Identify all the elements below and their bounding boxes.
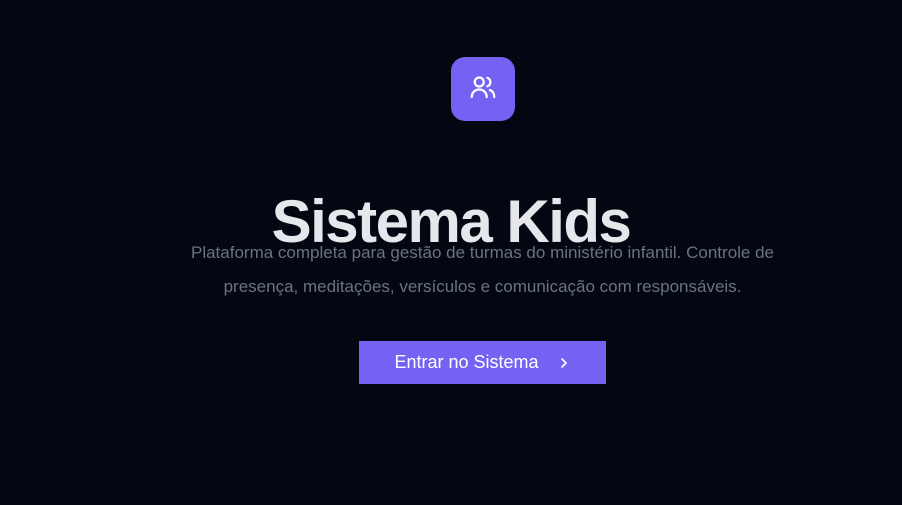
hero-description-line-2: presença, meditações, versículos e comun… (223, 277, 742, 296)
chevron-right-icon (557, 356, 571, 370)
enter-system-button[interactable]: Entrar no Sistema (359, 341, 606, 384)
users-icon (468, 72, 498, 107)
hero-description: Plataforma completa para gestão de turma… (120, 236, 845, 304)
logo-badge (451, 57, 515, 121)
hero-description-line-1: Plataforma completa para gestão de turma… (190, 243, 775, 262)
landing-page: Sistema Kids Plataforma completa para ge… (0, 0, 902, 505)
enter-system-button-label: Entrar no Sistema (394, 352, 539, 372)
